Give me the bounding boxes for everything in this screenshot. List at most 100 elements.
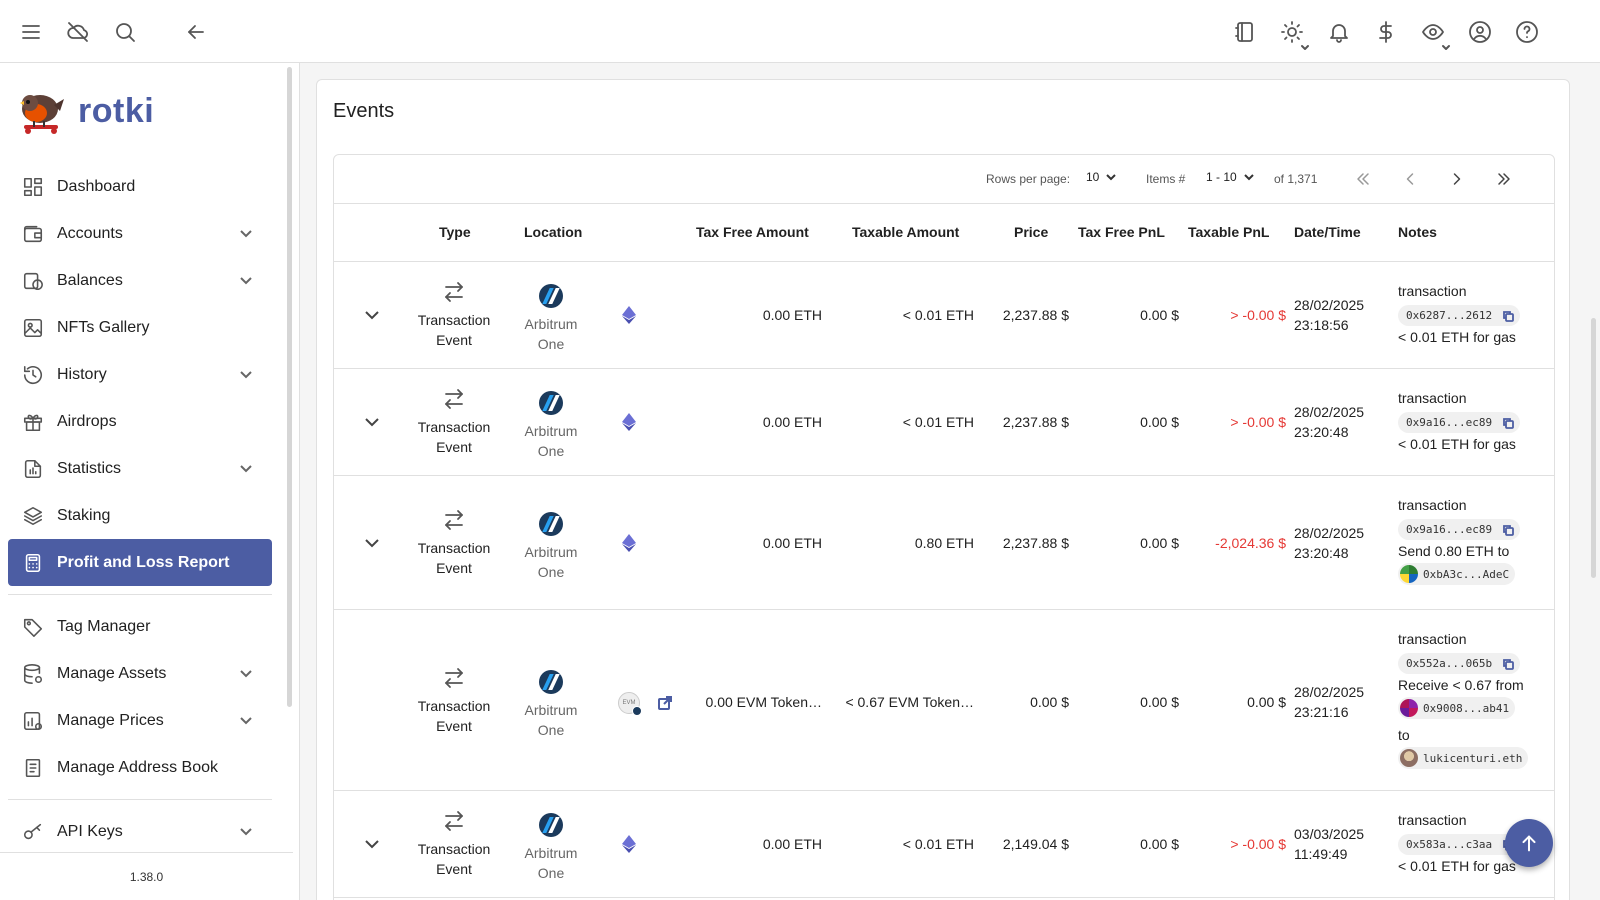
sidebar-scrollbar[interactable] [287, 67, 292, 707]
tx-hash-chip[interactable]: 0x583a...c3aa [1398, 834, 1521, 855]
chevron-down-icon [365, 539, 379, 548]
location-cell: Arbitrum One [514, 391, 588, 461]
sidebar-item-manage-address-book[interactable]: Manage Address Book [0, 744, 284, 791]
external-link-button[interactable] [656, 694, 674, 712]
sidebar-item-label: Manage Prices [57, 711, 164, 729]
tx-hash: 0x9a16...ec89 [1406, 416, 1493, 429]
column-header-tax-free-pnl[interactable]: Tax Free PnL [1078, 224, 1165, 240]
address-label: lukicenturi.eth [1423, 751, 1523, 765]
menu-icon[interactable] [13, 14, 49, 50]
sidebar-item-balances[interactable]: Balances [0, 257, 284, 304]
event-date: 28/02/2025 [1294, 404, 1365, 420]
address-chip[interactable]: 0x9008...ab41 [1398, 697, 1516, 719]
sidebar-item-manage-assets[interactable]: Manage Assets [0, 650, 284, 697]
sidebar-item-label: Balances [57, 271, 123, 289]
eth-icon[interactable] [622, 413, 636, 431]
column-header-notes[interactable]: Notes [1398, 224, 1437, 240]
cloud-off-icon[interactable] [60, 14, 96, 50]
items-range-select[interactable]: 1 - 10 [1206, 170, 1255, 184]
page-scrollbar[interactable] [1591, 318, 1596, 578]
chevron-down-icon [238, 272, 254, 288]
type-cell: Transaction Event [409, 387, 499, 457]
expand-row-button[interactable] [360, 303, 384, 327]
next-page-button[interactable] [1445, 167, 1469, 191]
image-icon [22, 317, 44, 339]
expand-row-button[interactable] [360, 531, 384, 555]
sidebar-item-nfts-gallery[interactable]: NFTs Gallery [0, 304, 284, 351]
events-table: Rows per page: 10 Items # 1 - 10 of 1,37… [333, 154, 1555, 900]
sidebar-item-tag-manager[interactable]: Tag Manager [0, 603, 284, 650]
sidebar-item-manage-prices[interactable]: Manage Prices [0, 697, 284, 744]
rows-per-page-select[interactable]: 10 [1086, 170, 1117, 184]
column-header-location[interactable]: Location [524, 224, 582, 240]
arbitrum-icon [632, 706, 642, 716]
tax-free-amount: 0.00 ETH [762, 535, 822, 551]
sidebar-item-label: Airdrops [57, 412, 117, 430]
tx-hash-chip[interactable]: 0x6287...2612 [1398, 305, 1521, 326]
dashboard-icon [22, 176, 44, 198]
tx-hash: 0x6287...2612 [1406, 309, 1493, 322]
sidebar-item-api-keys[interactable]: API Keys [0, 808, 284, 855]
first-page-button[interactable] [1351, 167, 1375, 191]
page-title: Events [333, 100, 395, 122]
eth-icon[interactable] [622, 534, 636, 552]
notes-icon[interactable] [1227, 14, 1263, 50]
arbitrum-icon [539, 512, 563, 536]
currency-icon[interactable] [1368, 14, 1404, 50]
sidebar-item-history[interactable]: History [0, 351, 284, 398]
last-page-button[interactable] [1492, 167, 1516, 191]
event-date: 28/02/2025 [1294, 684, 1365, 700]
theme-icon[interactable] [1274, 14, 1310, 50]
address-chip[interactable]: 0xbA3c...AdeC [1398, 563, 1516, 585]
copy-icon [1503, 310, 1514, 322]
eye-icon[interactable] [1415, 14, 1451, 50]
notes-cell: transaction 0x9a16...ec89 Send 0.80 ETH … [1398, 494, 1554, 590]
sidebar-item-label: Dashboard [57, 177, 136, 195]
address-chip[interactable]: lukicenturi.eth [1398, 747, 1529, 769]
sidebar-item-profit-and-loss-report[interactable]: Profit and Loss Report [8, 539, 272, 586]
prev-page-button[interactable] [1398, 167, 1422, 191]
column-header-date-time[interactable]: Date/Time [1294, 224, 1361, 240]
sidebar-item-statistics[interactable]: Statistics [0, 445, 284, 492]
back-arrow-icon[interactable] [178, 14, 214, 50]
history-icon [22, 364, 44, 386]
wallet-icon [22, 223, 44, 245]
sidebar: rotki Dashboard Accounts Balances NFTs G… [0, 63, 300, 900]
sidebar-item-airdrops[interactable]: Airdrops [0, 398, 284, 445]
evm-token-badge: EVM [622, 700, 636, 706]
expand-row-button[interactable] [360, 410, 384, 434]
tx-hash-chip[interactable]: 0x552a...065b [1398, 653, 1521, 674]
eth-icon[interactable] [622, 306, 636, 324]
chevron-down-icon [238, 823, 254, 839]
column-header-taxable-pnl[interactable]: Taxable PnL [1188, 224, 1269, 240]
sidebar-item-dashboard[interactable]: Dashboard [0, 163, 284, 210]
event-date: 28/02/2025 [1294, 297, 1365, 313]
sidebar-item-staking[interactable]: Staking [0, 492, 284, 539]
arbitrum-icon [539, 391, 563, 415]
evm-token-icon[interactable]: EVM [618, 692, 642, 716]
help-icon[interactable] [1509, 14, 1545, 50]
price: 2,237.88 $ [1002, 535, 1069, 551]
account-icon[interactable] [1462, 14, 1498, 50]
column-header-price[interactable]: Price [1014, 224, 1048, 240]
sidebar-item-accounts[interactable]: Accounts [0, 210, 284, 257]
tax-free-amount: 0.00 ETH [762, 836, 822, 852]
chart-file-icon [22, 458, 44, 480]
scroll-to-top-button[interactable] [1505, 819, 1553, 867]
price-icon [22, 710, 44, 732]
bell-icon[interactable] [1321, 14, 1357, 50]
external-link-icon [658, 696, 672, 710]
notes-cell: transaction 0x9a16...ec89 < 0.01 ETH for… [1398, 387, 1554, 456]
eth-icon[interactable] [622, 835, 636, 853]
items-label: Items # [1146, 172, 1186, 186]
tax-free-amount: 0.00 ETH [762, 307, 822, 323]
search-icon[interactable] [107, 14, 143, 50]
expand-row-button[interactable] [360, 832, 384, 856]
column-header-taxable-amount[interactable]: Taxable Amount [852, 224, 959, 240]
column-header-tax-free-amount[interactable]: Tax Free Amount [696, 224, 809, 240]
app-logo[interactable]: rotki [14, 85, 154, 137]
column-header-type[interactable]: Type [439, 224, 471, 240]
database-icon [22, 663, 44, 685]
tx-hash-chip[interactable]: 0x9a16...ec89 [1398, 519, 1521, 540]
tx-hash-chip[interactable]: 0x9a16...ec89 [1398, 412, 1521, 433]
